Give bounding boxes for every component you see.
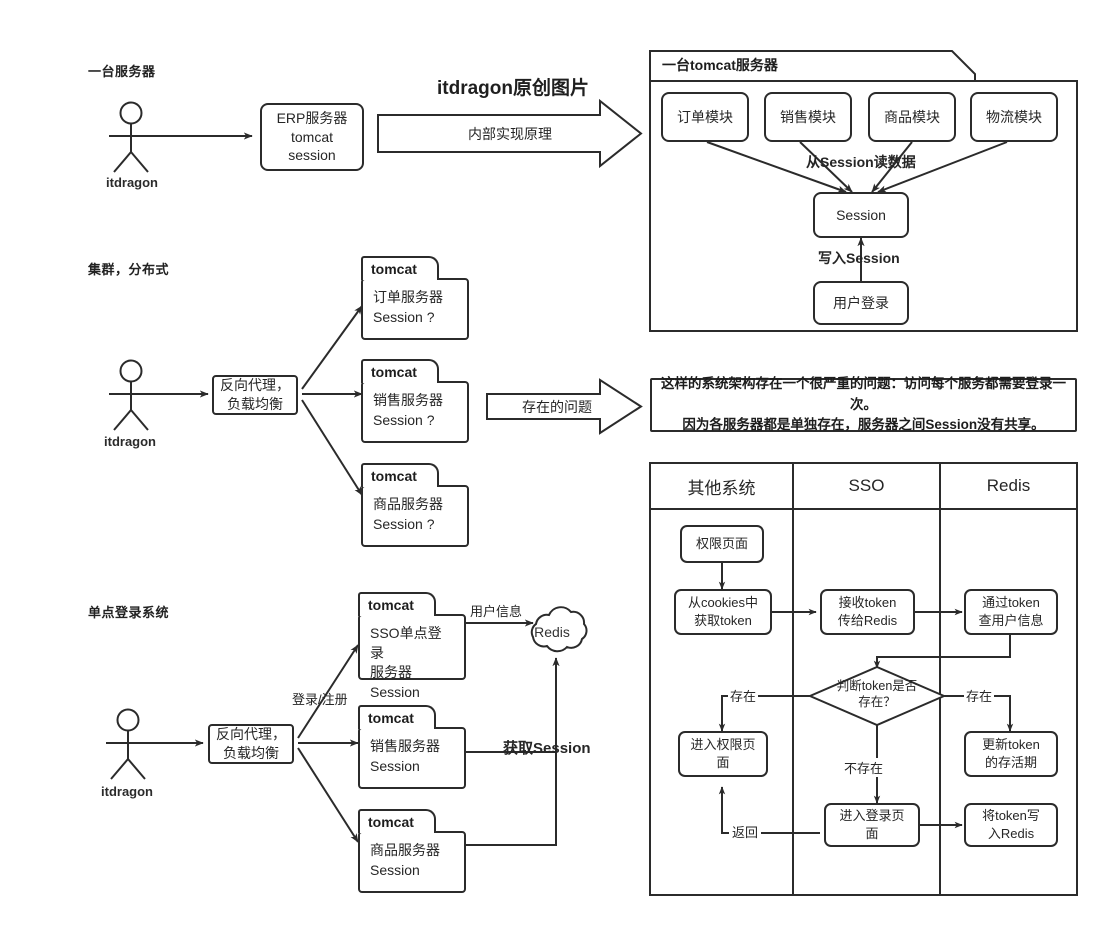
module-box-order: 订单模块 (661, 92, 749, 142)
credit-title: itdragon原创图片 (437, 78, 589, 99)
edge-label-login-register: 登录/注册 (292, 692, 348, 707)
flow-node-update-token-ttl: 更新token 的存活期 (964, 731, 1058, 777)
tomcat-package-tab: tomcat (358, 809, 436, 833)
lane-header-other-systems: 其他系统 (687, 478, 756, 498)
section-title-cluster: 集群，分布式 (88, 262, 170, 277)
tomcat-package-body: 订单服务器 Session ? (361, 278, 469, 340)
edge-label-user-info: 用户信息 (470, 604, 523, 619)
problem-line-2: 因为各服务器都是单独存在，服务器之间Session没有共享。 (682, 417, 1045, 433)
flow-node-enter-auth-page: 进入权限页 面 (678, 731, 768, 777)
reverse-proxy-box-sso: 反向代理， 负载均衡 (208, 724, 294, 764)
edge-label-read-session: 从Session读数据 (806, 154, 916, 170)
module-box-product: 商品模块 (868, 92, 956, 142)
actor-label-3: itdragon (101, 784, 153, 799)
flow-edge-label-return: 返回 (729, 822, 762, 841)
lane-header-sso: SSO (848, 476, 885, 495)
section-title-sso: 单点登录系统 (88, 605, 170, 620)
flow-edge-label-not-exists: 不存在 (841, 758, 887, 777)
edge-label-write-session: 写入Session (818, 250, 900, 266)
flow-node-decision-label: 判断token是否 存在？ (836, 679, 918, 710)
flow-node-auth-page: 权限页面 (680, 525, 764, 563)
redis-cloud-label: Redis (534, 624, 570, 640)
block-arrow-label-problem: 存在的问题 (522, 399, 592, 415)
problem-statement-box: 这样的系统架构存在一个很严重的问题：访问每个服务都需要登录一次。 因为各服务器都… (650, 376, 1077, 432)
erp-server-box: ERP服务器 tomcat session (260, 103, 364, 171)
edge-proxy-to-order (301, 305, 363, 390)
flow-node-enter-login-page: 进入登录页 面 (824, 803, 920, 847)
block-arrow-label-internal: 内部实现原理 (468, 126, 552, 142)
actor-itdragon-2 (109, 359, 153, 431)
tomcat-package-tab: tomcat (358, 705, 436, 729)
actor-label-2: itdragon (104, 434, 156, 449)
tomcat-package-tab: tomcat (361, 256, 439, 280)
actor-itdragon-3 (106, 708, 150, 780)
tomcat-package-body: 商品服务器 Session ? (361, 485, 469, 547)
module-box-logistics: 物流模块 (970, 92, 1058, 142)
edge-proxy3-to-product (297, 747, 359, 843)
actor-itdragon-1 (109, 101, 153, 173)
edge-label-get-session: 获取Session (503, 740, 591, 757)
tomcat-package-tab: tomcat (358, 592, 436, 616)
actor-label-1: itdragon (106, 175, 158, 190)
flow-node-query-user-by-token: 通过token 查用户信息 (964, 589, 1058, 635)
tomcat-package-body: 销售服务器 Session (358, 727, 466, 789)
section-title-single-server: 一台服务器 (88, 64, 156, 79)
edge-proxy-to-product (301, 399, 363, 496)
module-box-sales: 销售模块 (764, 92, 852, 142)
lane-header-redis: Redis (986, 476, 1031, 495)
tomcat-package-body: SSO单点登录 服务器 Session (358, 614, 466, 700)
tomcat-package-body: 商品服务器 Session (358, 831, 466, 893)
tomcat-package-body: 销售服务器 Session ? (361, 381, 469, 443)
flow-node-write-token-redis: 将token写 入Redis (964, 803, 1058, 847)
tomcat-panel-title: 一台tomcat服务器 (662, 57, 778, 73)
diagram-canvas: 一台服务器 itdragon ERP服务器 tomcat session itd… (0, 0, 1109, 926)
flow-node-receive-token: 接收token 传给Redis (820, 589, 915, 635)
reverse-proxy-box-cluster: 反向代理， 负载均衡 (212, 375, 298, 415)
flow-edge-label-exists-right: 存在 (964, 686, 995, 705)
tomcat-package-tab: tomcat (361, 359, 439, 383)
flow-edge-label-exists-left: 存在 (728, 686, 759, 705)
flow-node-get-token-from-cookies: 从cookies中 获取token (674, 589, 772, 635)
login-box: 用户登录 (813, 281, 909, 325)
tomcat-package-tab: tomcat (361, 463, 439, 487)
session-box: Session (813, 192, 909, 238)
problem-line-1: 这样的系统架构存在一个很严重的问题：访问每个服务都需要登录一次。 (661, 375, 1066, 412)
